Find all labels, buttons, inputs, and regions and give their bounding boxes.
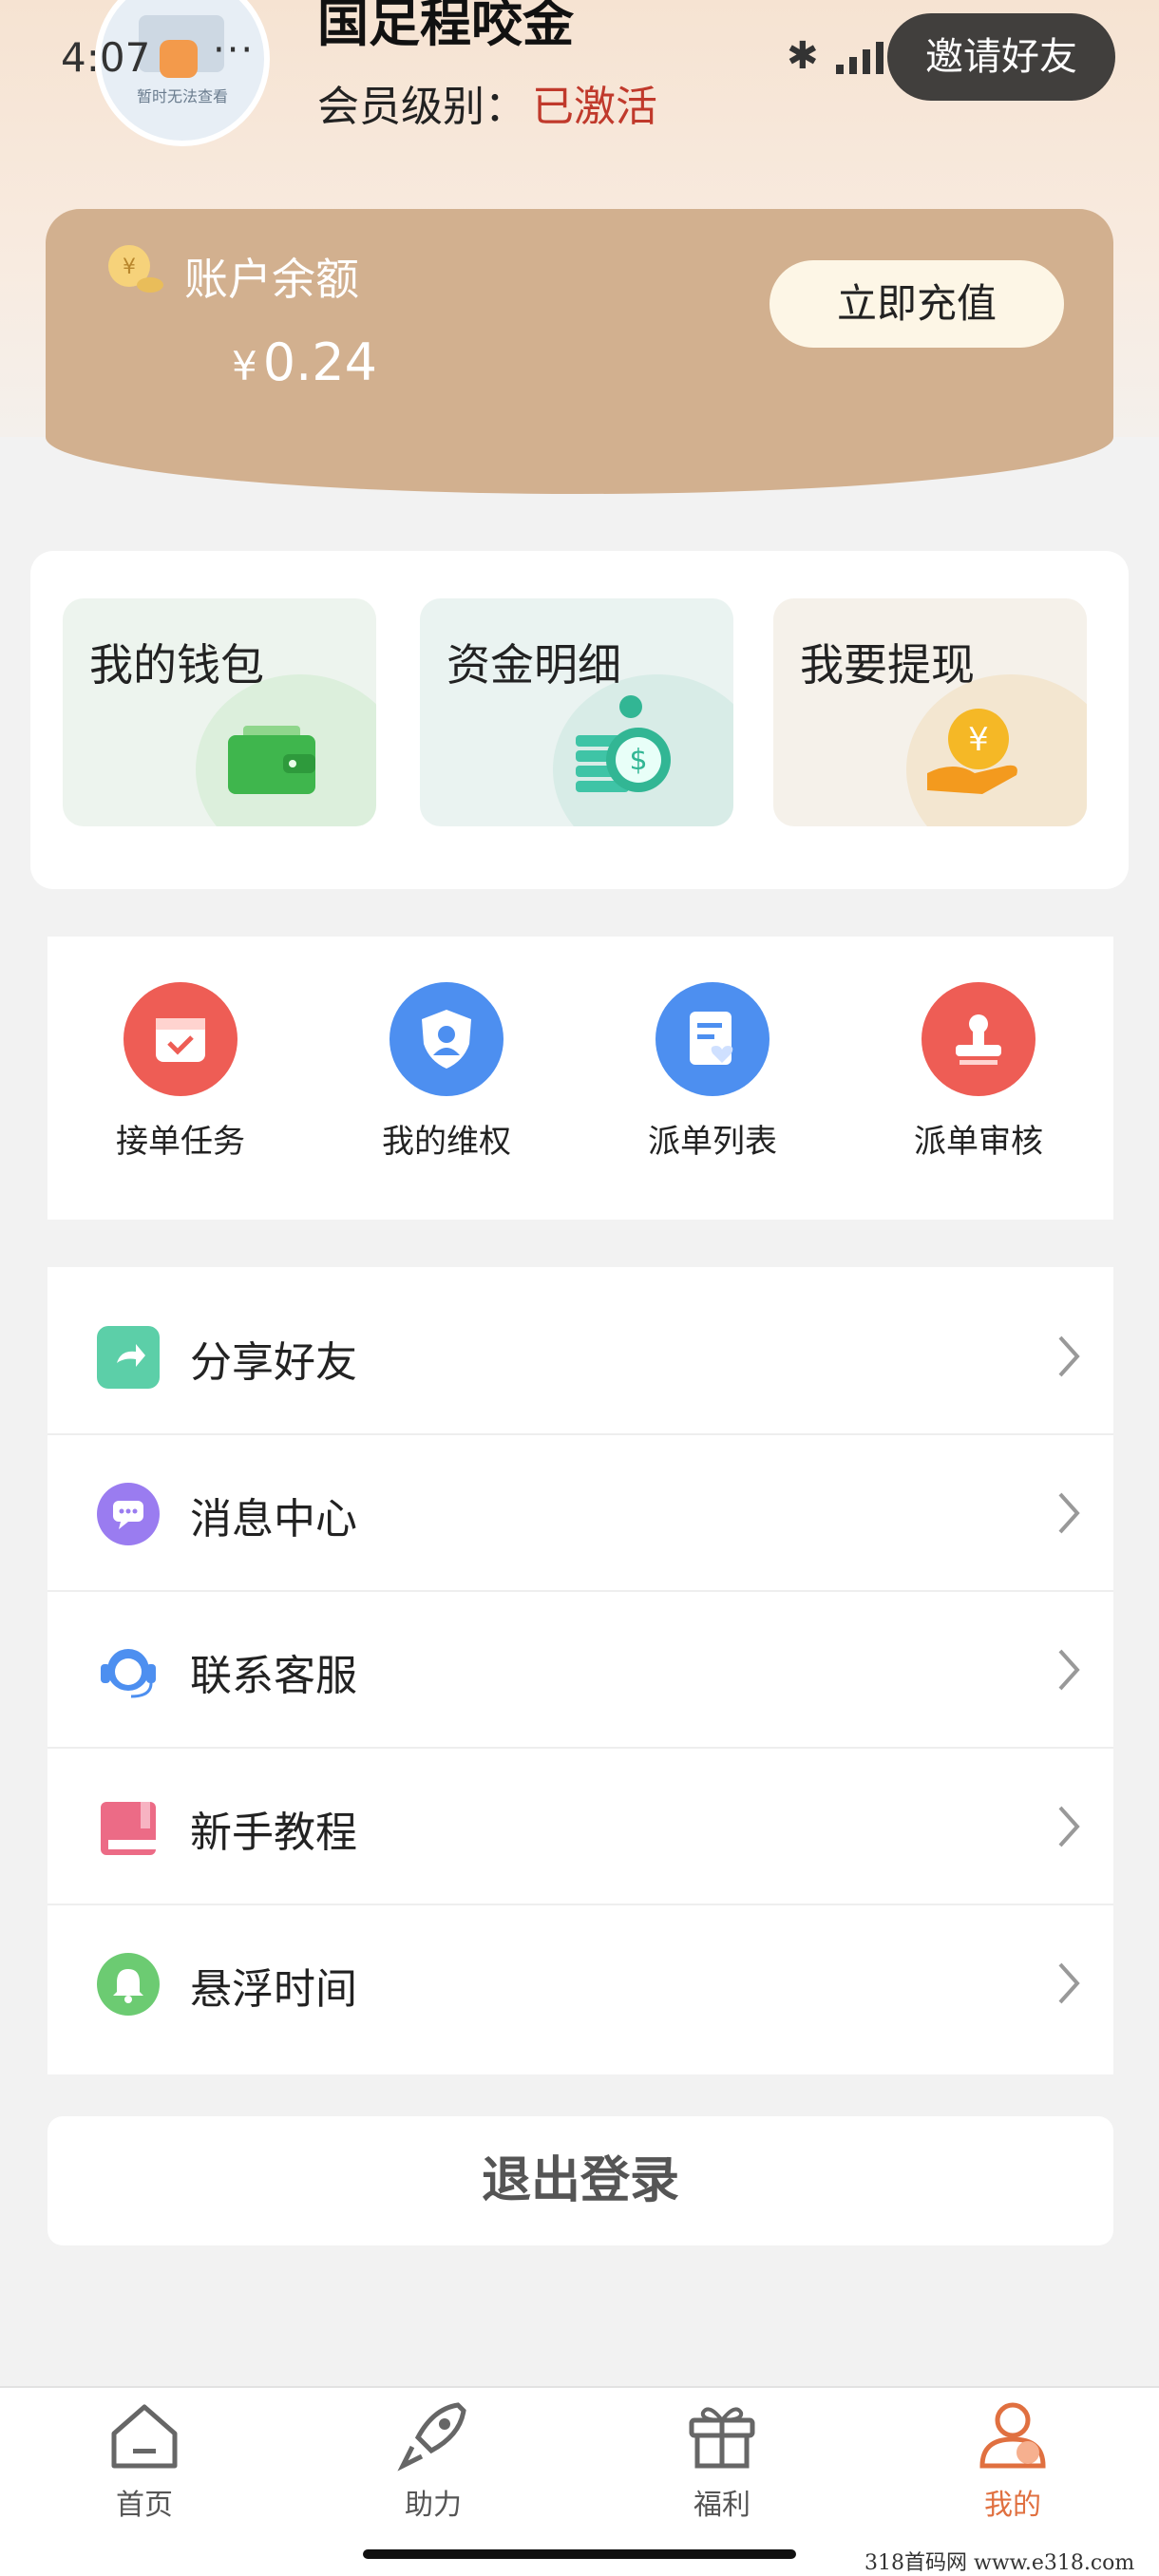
shield-user-icon: [390, 982, 504, 1096]
home-indicator: [363, 2549, 796, 2559]
calendar-check-icon: [124, 982, 238, 1096]
menu-item-tutorial[interactable]: 新手教程: [48, 1749, 1113, 1905]
message-icon: [97, 1483, 160, 1545]
chevron-right-icon: [1058, 1806, 1080, 1847]
quick-card-label: 资金明细: [446, 639, 621, 691]
chevron-right-icon: [1058, 1492, 1080, 1534]
book-icon: [97, 1796, 160, 1859]
coin-bag-icon: ¥: [108, 245, 163, 293]
accept-task-button[interactable]: 接单任务: [76, 982, 285, 1162]
member-level-value: 已激活: [532, 83, 657, 131]
function-label: 派单审核: [914, 1123, 1043, 1161]
rocket-icon: [397, 2402, 466, 2472]
watermark: 318首码网 www.e318.com: [864, 2551, 1135, 2575]
tab-label: 福利: [694, 2489, 750, 2522]
status-time: 4:07: [61, 34, 151, 81]
menu-item-label: 消息中心: [190, 1495, 357, 1544]
quick-card-label: 我要提现: [800, 639, 975, 691]
app-notification-icon: [160, 40, 198, 78]
coin-stack-icon: $: [576, 695, 671, 792]
menu-item-label: 分享好友: [190, 1338, 357, 1387]
withdraw-card[interactable]: 我要提现 ¥: [773, 598, 1087, 826]
function-label: 接单任务: [116, 1123, 245, 1161]
order-list-button[interactable]: 派单列表: [608, 982, 817, 1162]
recharge-button[interactable]: 立即充值: [770, 260, 1064, 348]
menu-item-share-friends[interactable]: 分享好友: [48, 1279, 1113, 1435]
bell-icon: [97, 1953, 160, 2016]
function-label: 我的维权: [382, 1123, 511, 1161]
signal-icon: [836, 38, 884, 74]
currency-symbol: ¥: [232, 343, 257, 389]
share-gift-icon: [97, 1326, 160, 1389]
quick-card-label: 我的钱包: [89, 639, 264, 691]
balance-value: 0.24: [262, 332, 377, 392]
tab-label: 我的: [984, 2489, 1041, 2522]
username: 国足程咬金: [317, 0, 574, 53]
document-heart-icon: [656, 982, 770, 1096]
tab-mine[interactable]: 我的: [927, 2399, 1098, 2523]
svg-text:¥: ¥: [968, 721, 989, 759]
wallet-icon: [228, 726, 315, 794]
home-icon: [111, 2404, 178, 2469]
function-label: 派单列表: [648, 1123, 777, 1161]
tab-welfare[interactable]: 福利: [636, 2399, 808, 2523]
menu-item-label: 新手教程: [190, 1809, 357, 1857]
balance-amount: ¥0.24: [232, 332, 377, 392]
fund-details-card[interactable]: 资金明细 $: [420, 598, 733, 826]
order-review-button[interactable]: 派单审核: [874, 982, 1083, 1162]
menu-item-contact-support[interactable]: 联系客服: [48, 1592, 1113, 1749]
bluetooth-icon: ✱: [787, 34, 819, 78]
member-level-label: 会员级别：: [317, 83, 526, 131]
chevron-right-icon: [1058, 1335, 1080, 1377]
menu-item-float-time[interactable]: 悬浮时间: [48, 1905, 1113, 2062]
my-wallet-card[interactable]: 我的钱包: [63, 598, 376, 826]
invite-friends-button[interactable]: 邀请好友: [887, 13, 1115, 101]
chevron-right-icon: [1058, 1962, 1080, 2004]
menu-item-label: 悬浮时间: [190, 1965, 357, 2014]
menu-item-label: 联系客服: [190, 1652, 357, 1700]
withdraw-hand-icon: ¥: [927, 709, 1017, 794]
gift-icon: [689, 2407, 755, 2469]
menu-item-message-center[interactable]: 消息中心: [48, 1435, 1113, 1592]
stamp-icon: [922, 982, 1036, 1096]
user-icon: [979, 2402, 1046, 2469]
avatar-caption: 暂时无法查看: [136, 87, 228, 105]
tab-label: 助力: [405, 2489, 462, 2522]
tab-boost[interactable]: 助力: [348, 2399, 519, 2523]
svg-text:¥: ¥: [123, 256, 136, 279]
my-rights-button[interactable]: 我的维权: [342, 982, 551, 1162]
logout-button[interactable]: 退出登录: [48, 2116, 1113, 2245]
tab-label: 首页: [116, 2489, 173, 2522]
headset-icon: [97, 1639, 160, 1702]
svg-text:$: $: [629, 744, 647, 777]
status-more: ···: [213, 28, 256, 72]
chevron-right-icon: [1058, 1649, 1080, 1691]
tab-home[interactable]: 首页: [59, 2399, 230, 2523]
balance-label: 账户余额: [184, 254, 359, 305]
